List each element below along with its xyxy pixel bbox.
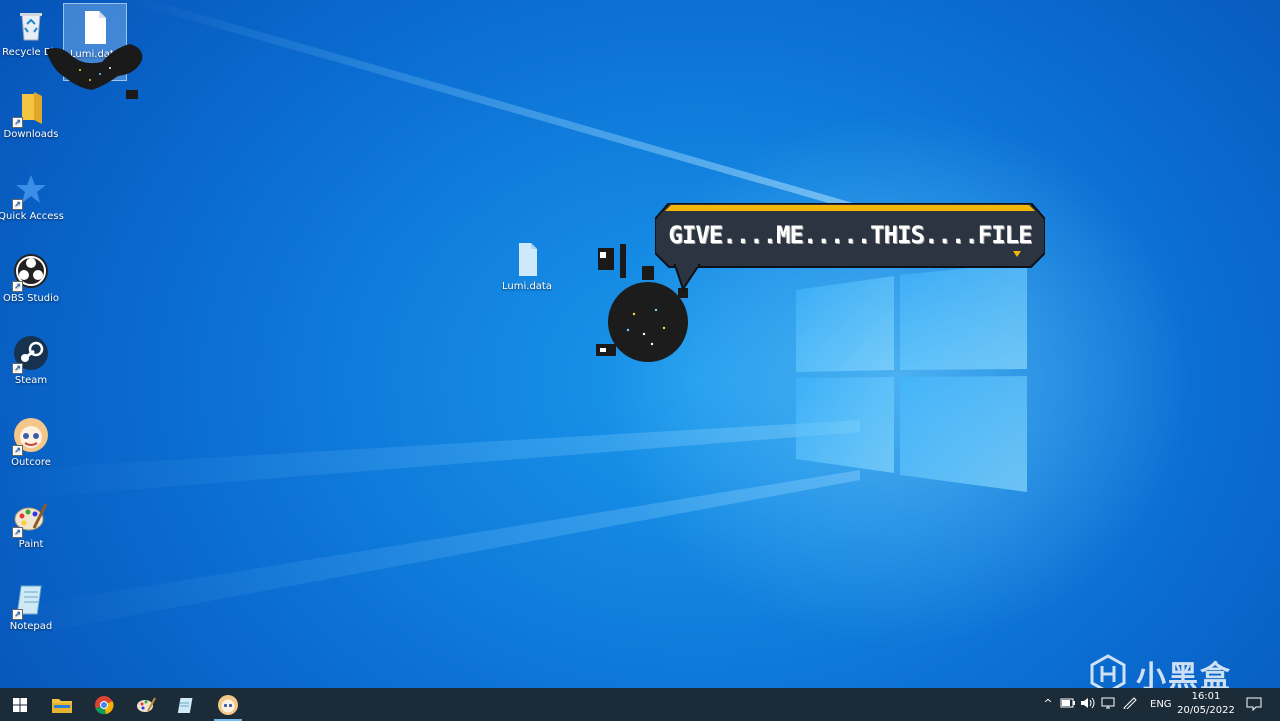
desktop-icon-outcore[interactable]: ↗ Outcore xyxy=(0,412,62,488)
desktop-icon-quick-access[interactable]: ↗ Quick Access xyxy=(0,166,64,242)
outcore-icon xyxy=(218,694,238,715)
windows-icon xyxy=(13,697,27,712)
desktop-icon-obs-studio[interactable]: ↗ OBS Studio xyxy=(0,248,62,324)
clock-date: 20/05/2022 xyxy=(1177,705,1235,716)
paint-icon xyxy=(137,697,156,712)
taskbar-file-explorer[interactable] xyxy=(42,688,82,721)
notepad-icon xyxy=(177,697,193,713)
pen-icon[interactable] xyxy=(1122,697,1138,711)
battery-icon[interactable] xyxy=(1060,697,1076,711)
taskbar-outcore[interactable] xyxy=(208,688,248,721)
taskbar-notepad[interactable] xyxy=(166,688,206,721)
desktop-icon-notepad[interactable]: ↗ Notepad xyxy=(0,576,62,652)
desktop-file-lumi-data[interactable]: Lumi.data xyxy=(496,236,558,312)
shortcut-arrow-icon: ↗ xyxy=(12,363,23,374)
shortcut-arrow-icon: ↗ xyxy=(12,281,23,292)
network-icon[interactable] xyxy=(1100,697,1116,711)
watermark-text: 小黑盒 xyxy=(1136,660,1232,688)
shortcut-arrow-icon: ↗ xyxy=(12,117,23,128)
taskbar: ^ ENG 16:01 20/05/2022 xyxy=(0,688,1280,721)
desktop-icon-label: Lumi.data xyxy=(502,281,552,292)
shortcut-arrow-icon: ↗ xyxy=(12,527,23,538)
desktop-icon-downloads[interactable]: ↗ Downloads xyxy=(0,84,62,160)
desktop-icon-label: Quick Access xyxy=(0,211,64,222)
desktop-icon-label: Downloads xyxy=(3,129,59,140)
desktop-icon-label: Outcore xyxy=(11,457,51,468)
notifications-icon[interactable] xyxy=(1246,697,1262,712)
folder-icon xyxy=(52,698,72,713)
recycle-bin-icon xyxy=(12,6,50,44)
notepad-icon: ↗ xyxy=(12,580,50,620)
speech-bubble-text: GIVE....ME.....THIS....FILE xyxy=(668,221,1032,249)
shortcut-arrow-icon: ↗ xyxy=(12,445,23,456)
volume-icon[interactable] xyxy=(1080,697,1096,711)
watermark-logo-icon xyxy=(1090,654,1126,688)
desktop-icon-label: OBS Studio xyxy=(3,293,59,304)
shortcut-arrow-icon: ↗ xyxy=(12,199,23,210)
obs-icon: ↗ xyxy=(12,252,50,292)
steam-icon: ↗ xyxy=(12,334,50,374)
desktop[interactable]: Recycle Bin Lumi.data ↗ Downloads ↗ Quic… xyxy=(0,0,1280,688)
desktop-icon-label: Steam xyxy=(14,375,48,386)
language-indicator[interactable]: ENG xyxy=(1150,688,1172,721)
clock[interactable]: 16:01 20/05/2022 xyxy=(1175,690,1237,718)
file-icon xyxy=(508,240,546,278)
taskbar-paint[interactable] xyxy=(126,688,166,721)
chrome-icon xyxy=(95,695,114,714)
speech-bubble[interactable]: GIVE....ME.....THIS....FILE xyxy=(655,203,1045,291)
windows-logo-wallpaper xyxy=(796,262,1027,492)
desktop-icon-label: Paint xyxy=(18,539,44,550)
outcore-icon: ↗ xyxy=(12,416,50,456)
shortcut-arrow-icon: ↗ xyxy=(12,609,23,620)
paint-icon: ↗ xyxy=(12,498,50,538)
folder-icon: ↗ xyxy=(12,88,50,128)
desktop-icon-label: Notepad xyxy=(9,621,53,632)
desktop-icon-paint[interactable]: ↗ Paint xyxy=(0,494,62,570)
star-icon: ↗ xyxy=(12,170,50,210)
taskbar-chrome[interactable] xyxy=(84,688,124,721)
show-hidden-icons-chevron-icon[interactable]: ^ xyxy=(1040,697,1056,711)
desktop-icon-steam[interactable]: ↗ Steam xyxy=(0,330,62,406)
watermark: 小黑盒 xyxy=(1088,648,1258,688)
clock-time: 16:01 xyxy=(1191,691,1221,702)
start-button[interactable] xyxy=(0,688,40,721)
